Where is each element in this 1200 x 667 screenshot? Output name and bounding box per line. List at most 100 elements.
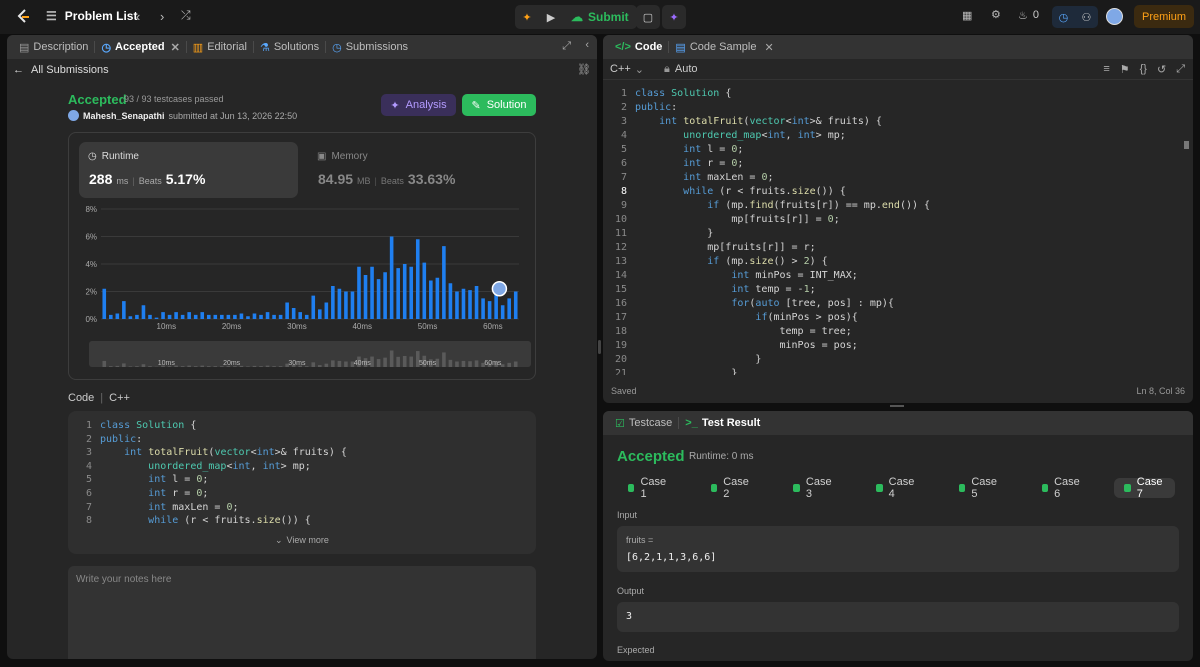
runtime-label: Runtime xyxy=(101,151,139,162)
mini-bar xyxy=(376,359,381,367)
solution-button[interactable]: ✎ Solution xyxy=(462,94,536,116)
autocomplete-toggle[interactable]: 🔒︎ Auto xyxy=(664,63,698,76)
runtime-bar xyxy=(259,314,263,319)
output-label: Output xyxy=(617,586,645,596)
analysis-button[interactable]: ✦ Analysis xyxy=(381,94,456,116)
runtime-bar xyxy=(174,312,178,319)
settings-gear-icon[interactable]: ⚙ xyxy=(991,8,1001,21)
runtime-bar xyxy=(246,316,250,319)
runtime-bar xyxy=(435,277,440,319)
vertical-resize-handle[interactable] xyxy=(598,340,601,354)
tab-accepted[interactable]: ◷ Accepted ✕ xyxy=(95,35,185,59)
case-tab-6[interactable]: Case 6 xyxy=(1032,476,1093,500)
line-number: 16 xyxy=(614,298,627,309)
code-text: while (r < fruits.size()) { xyxy=(148,515,311,527)
notes-icon[interactable]: ▢ xyxy=(636,5,660,29)
close-tab-icon[interactable]: ✕ xyxy=(171,41,180,54)
code-text: mp[fruits[r]] = r; xyxy=(635,242,816,253)
debug-icon[interactable]: ✦ xyxy=(515,11,539,24)
run-icon[interactable]: ▶ xyxy=(539,11,563,24)
fullscreen-icon[interactable]: ⤢ xyxy=(1176,63,1185,76)
runtime-card[interactable]: ◷ Runtime 288 ms | Beats 5.17% xyxy=(79,142,298,198)
line-number: 21 xyxy=(614,368,627,375)
maximize-icon[interactable]: ⤢ xyxy=(562,40,571,53)
stopwatch-icon: ◷ xyxy=(1058,11,1069,24)
case-tab-7[interactable]: Case 7 xyxy=(1114,476,1176,500)
next-problem-icon[interactable]: › xyxy=(160,9,164,24)
line-number: 12 xyxy=(614,242,627,253)
code-language: C++ xyxy=(109,392,130,404)
problem-list-button[interactable]: ☰ Problem List xyxy=(46,9,137,23)
runtime-distribution-chart[interactable]: 8% 6% 4% 2% 0% 10ms 20ms 30ms 40ms 50ms 60ms 10ms 20… xyxy=(69,203,537,373)
mini-bar xyxy=(180,366,185,367)
submit-button[interactable]: ☁ Submit xyxy=(563,10,637,24)
mini-bar xyxy=(311,362,316,367)
all-submissions-link[interactable]: ← All Submissions xyxy=(13,64,109,76)
editor-scrollbar[interactable] xyxy=(1184,141,1189,149)
username[interactable]: Mahesh_Senapathi xyxy=(83,111,165,121)
line-number: 4 xyxy=(620,130,627,141)
user-avatar[interactable] xyxy=(1106,8,1123,25)
code-line: 5 int l = 0; xyxy=(68,473,536,487)
layout-icon[interactable]: ▦ xyxy=(962,9,972,22)
input-label: Input xyxy=(617,510,638,520)
code-text: temp = tree; xyxy=(635,326,852,337)
braces-icon[interactable]: {} xyxy=(1140,63,1147,76)
format-icon[interactable]: ≡ xyxy=(1103,63,1109,76)
runtime-bar xyxy=(265,312,270,319)
code-editor[interactable]: 1 class Solution {2 public: 3 int totalFrui… xyxy=(603,87,1178,375)
runtime-bar xyxy=(226,314,231,319)
code-text: int totalFruit(vector<int>& fruits) { xyxy=(124,447,347,459)
mini-bar xyxy=(148,366,152,367)
case-label: Case 6 xyxy=(1054,476,1080,500)
line-number: 2 xyxy=(620,102,627,113)
bookmark-icon[interactable]: ⚑ xyxy=(1120,63,1130,76)
tab-code-sample[interactable]: ▤ Code Sample ✕ xyxy=(669,35,779,59)
streak-counter[interactable]: ♨ 0 xyxy=(1018,9,1039,22)
view-more-button[interactable]: ⌄ View more xyxy=(275,535,329,546)
tab-submissions[interactable]: ◷ Submissions xyxy=(326,35,414,59)
close-tab-icon[interactable]: ✕ xyxy=(764,41,773,54)
runtime-bar xyxy=(298,312,302,319)
case-tab-3[interactable]: Case 3 xyxy=(783,476,844,500)
case-tab-4[interactable]: Case 4 xyxy=(866,476,927,500)
check-icon xyxy=(1124,484,1131,492)
code-line: 6 int r = 0; xyxy=(68,487,536,501)
mini-bar xyxy=(213,366,218,367)
case-tab-1[interactable]: Case 1 xyxy=(618,476,679,500)
tab-editorial[interactable]: ▥ Editorial xyxy=(187,35,253,59)
result-status: Accepted xyxy=(617,448,685,465)
code-text: int l = 0; xyxy=(148,474,209,486)
runtime-bar xyxy=(383,272,387,319)
code-line: 19 minPos = pos; xyxy=(603,339,1178,353)
premium-button[interactable]: Premium xyxy=(1134,5,1194,28)
prev-problem-icon[interactable]: ‹ xyxy=(136,9,140,24)
code-line: 7 int maxLen = 0; xyxy=(603,171,1178,185)
timer-button[interactable]: ◷ ⚇ xyxy=(1052,6,1098,28)
case-tab-5[interactable]: Case 5 xyxy=(949,476,1010,500)
runtime-bar xyxy=(154,317,159,319)
code-text: minPos = pos; xyxy=(635,340,858,351)
ai-sparkle-icon[interactable]: ✦ xyxy=(662,5,686,29)
horizontal-resize-handle[interactable] xyxy=(890,405,904,407)
tab-solutions[interactable]: ⚗ Solutions xyxy=(254,35,325,59)
collapse-icon[interactable]: ‹ xyxy=(585,39,589,51)
tab-code[interactable]: </> Code xyxy=(609,35,668,59)
notes-textarea[interactable]: Write your notes here xyxy=(68,566,536,659)
language-select[interactable]: C++ ⌄ xyxy=(610,63,644,76)
chip-icon: ▣ xyxy=(317,151,327,162)
leetcode-logo[interactable] xyxy=(14,8,32,26)
tab-description[interactable]: ▤ Description xyxy=(13,35,94,59)
code-line: 11 } xyxy=(603,227,1178,241)
reset-icon[interactable]: ↺ xyxy=(1157,63,1166,76)
test-tab-bar: ☑ Testcase >_ Test Result xyxy=(603,411,1193,435)
code-line: 20 } xyxy=(603,353,1178,367)
link-icon[interactable]: ⛓ xyxy=(577,63,591,76)
tab-test-result[interactable]: >_ Test Result xyxy=(679,411,766,435)
shuffle-icon[interactable]: ⤮ xyxy=(181,8,191,23)
case-tab-2[interactable]: Case 2 xyxy=(701,476,762,500)
tab-testcase[interactable]: ☑ Testcase xyxy=(609,411,678,435)
memory-card[interactable]: ▣ Memory 84.95 MB | Beats 33.63% xyxy=(308,142,527,198)
runtime-bar xyxy=(415,239,420,319)
runtime-bar xyxy=(337,288,342,319)
